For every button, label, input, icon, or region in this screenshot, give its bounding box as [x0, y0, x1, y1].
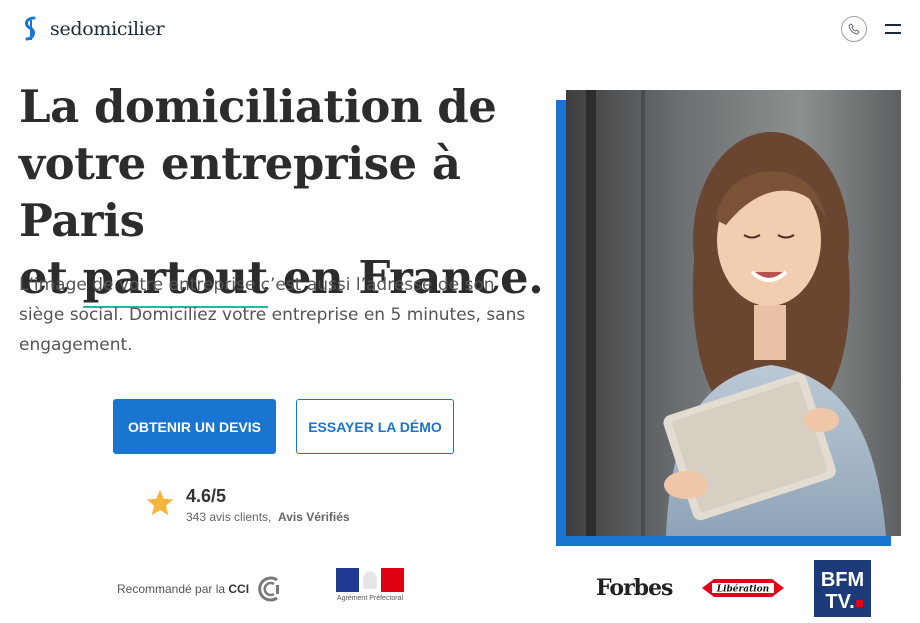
prefectoral-badge: Agrément Préfectoral — [330, 568, 410, 602]
try-demo-button[interactable]: ESSAYER LA DÉMO — [296, 399, 454, 454]
hero-subtitle: L’image de votre entreprise c’est aussi … — [19, 275, 526, 355]
svg-text:TV.: TV. — [825, 591, 854, 613]
marianne-flag-icon — [336, 568, 405, 592]
brand-name: sedomicilier — [50, 18, 165, 40]
hero-title-line1: La domiciliation de — [19, 80, 497, 133]
hamburger-menu-icon[interactable] — [885, 23, 901, 35]
rating-count: 343 avis clients, — [186, 510, 272, 524]
sedomicilier-logo-icon — [25, 16, 36, 41]
hero-image-frame — [556, 90, 902, 546]
cci-logo-icon — [258, 576, 280, 602]
star-icon — [146, 489, 174, 516]
cci-badge: Recommandé par la CCI — [117, 574, 283, 604]
hero-photo — [566, 90, 901, 536]
liberation-logo-icon: Libération — [702, 579, 784, 597]
cci-text: Recommandé par la CCI — [117, 582, 250, 596]
bfmtv-logo-icon: BFM TV. — [814, 560, 871, 617]
bfmtv-logo: BFM TV. — [814, 560, 871, 617]
svg-text:BFM: BFM — [821, 569, 864, 591]
rating-score: 4.6/5 — [186, 486, 227, 506]
phone-icon — [848, 23, 860, 35]
woman-with-tablet-image — [566, 90, 901, 536]
phone-button[interactable] — [841, 16, 867, 42]
prefectoral-label: Agrément Préfectoral — [336, 595, 404, 602]
get-quote-button[interactable]: OBTENIR UN DEVIS — [113, 399, 276, 454]
site-header: sedomicilier — [0, 0, 920, 60]
rating-source[interactable]: Avis Vérifiés — [278, 510, 350, 524]
hero-title-line2: votre entreprise à Paris — [19, 137, 461, 247]
svg-text:Libération: Libération — [716, 584, 769, 595]
liberation-logo: Libération — [702, 573, 784, 608]
forbes-logo: Forbes — [596, 575, 673, 601]
brand-logo[interactable]: sedomicilier — [20, 16, 165, 42]
